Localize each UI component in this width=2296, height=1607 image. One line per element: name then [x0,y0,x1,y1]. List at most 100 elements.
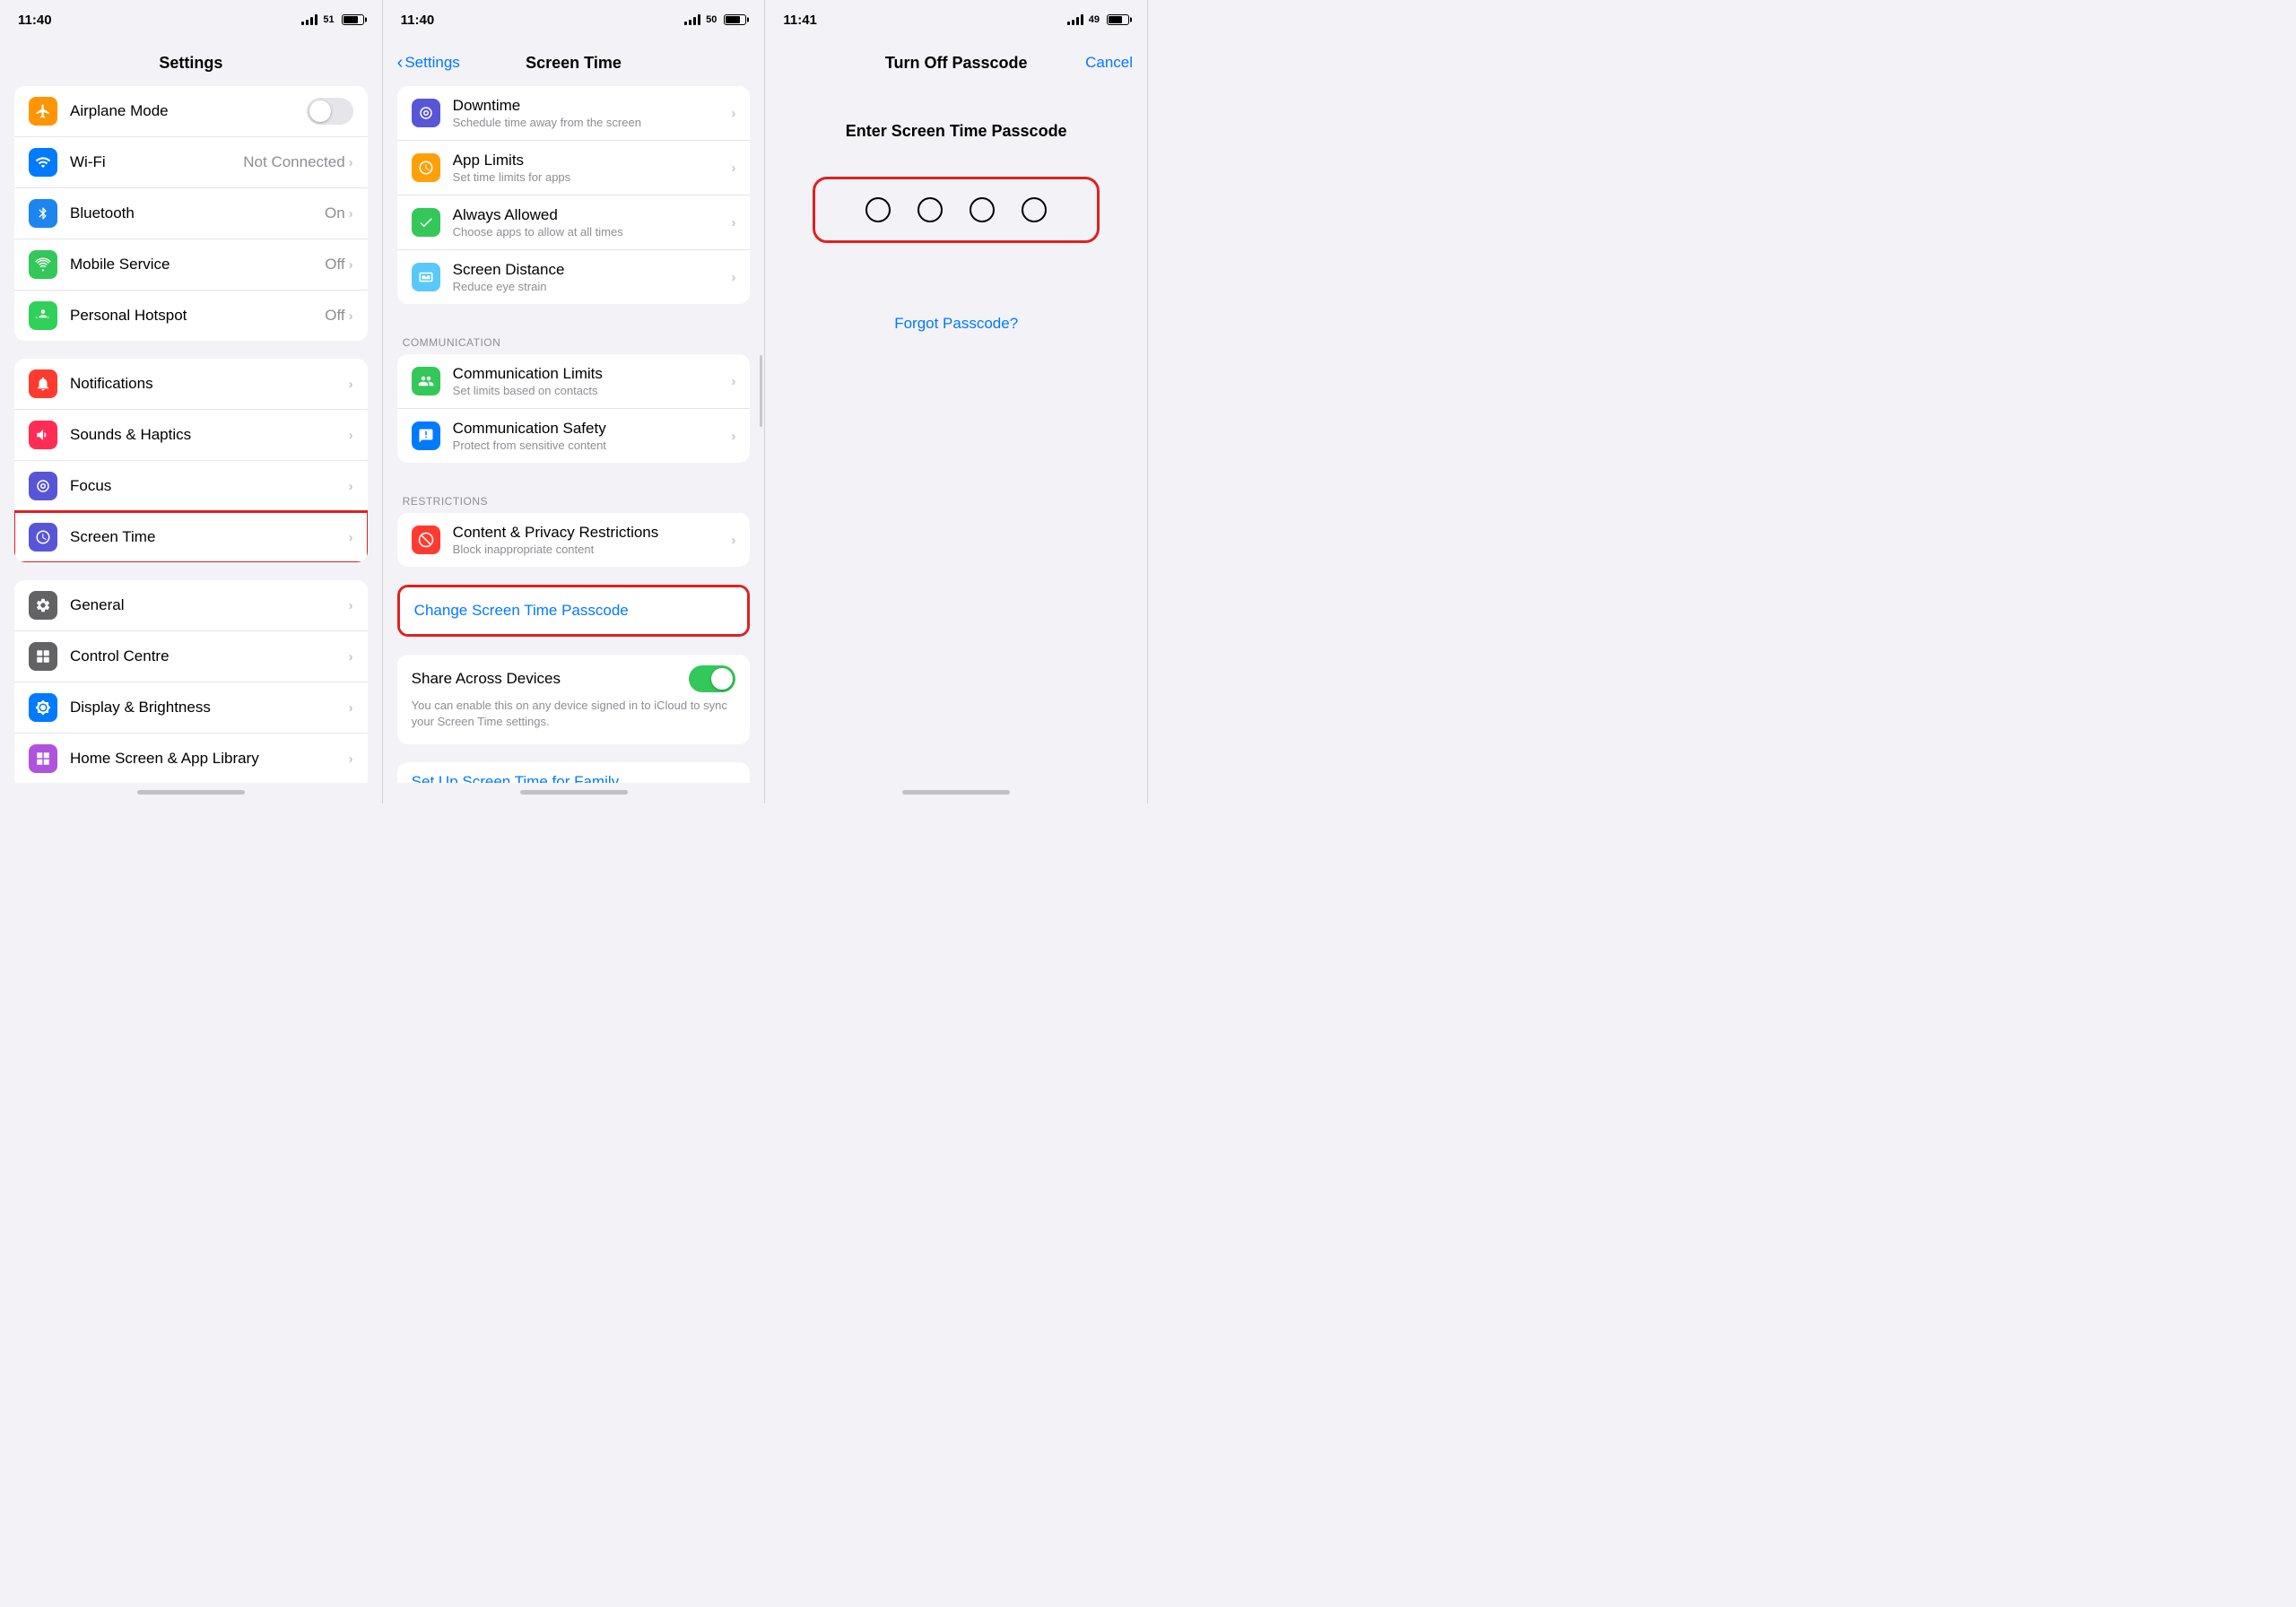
app-limits-row[interactable]: App Limits Set time limits for apps › [397,141,751,195]
general-row[interactable]: General › [14,580,368,631]
home-indicator-3 [902,790,1010,795]
sounds-haptics-chevron: › [349,428,353,443]
battery-label-1: 51 [323,14,334,25]
display-brightness-right: › [349,700,353,716]
app-limits-content: App Limits Set time limits for apps [453,152,732,184]
general-content: General [70,596,349,614]
status-time-1: 11:40 [18,13,52,28]
app-limits-right: › [731,161,735,176]
mobile-service-row[interactable]: Mobile Service Off › [14,239,368,291]
screen-distance-content: Screen Distance Reduce eye strain [453,261,732,293]
always-allowed-subtitle: Choose apps to allow at all times [453,225,732,239]
comm-safety-row[interactable]: Communication Safety Protect from sensit… [397,409,751,463]
screen-distance-row[interactable]: Screen Distance Reduce eye strain › [397,250,751,304]
back-arrow-icon-2: ‹ [397,53,404,74]
nav-back-2[interactable]: ‹ Settings [397,53,460,74]
share-devices-row[interactable]: Share Across Devices You can enable this… [397,655,751,744]
app-limits-subtitle: Set time limits for apps [453,170,732,184]
signal-icon-1 [301,14,317,25]
airplane-mode-content: Airplane Mode [70,102,307,120]
personal-hotspot-row[interactable]: Personal Hotspot Off › [14,291,368,341]
control-centre-label: Control Centre [70,647,349,665]
comm-safety-subtitle: Protect from sensitive content [453,439,732,452]
nav-back-label-2: Settings [404,54,459,72]
control-centre-row[interactable]: Control Centre › [14,631,368,682]
general-chevron: › [349,598,353,613]
comm-limits-chevron: › [731,374,735,389]
control-centre-right: › [349,649,353,665]
screen-time-row[interactable]: Screen Time › [14,512,368,562]
wifi-chevron: › [349,155,353,170]
wifi-row[interactable]: Wi-Fi Not Connected › [14,137,368,188]
communication-group: COMMUNICATION Communication Limits Set l… [397,322,751,463]
mobile-service-label: Mobile Service [70,256,325,274]
focus-chevron: › [349,479,353,494]
content-privacy-right: › [731,533,735,548]
content-privacy-chevron: › [731,533,735,548]
general-label: General [70,596,349,614]
app-limits-chevron: › [731,161,735,176]
passcode-group: Change Screen Time Passcode [397,585,751,637]
comm-limits-row[interactable]: Communication Limits Set limits based on… [397,354,751,409]
home-screen-right: › [349,751,353,767]
settings-scroll[interactable]: Airplane Mode Wi-Fi Not Connected [0,86,382,783]
wifi-right: Not Connected › [243,153,352,171]
downtime-row[interactable]: Downtime Schedule time away from the scr… [397,86,751,141]
nav-bar-2: ‹ Settings Screen Time [383,39,765,86]
forgot-passcode-link[interactable]: Forgot Passcode? [894,315,1018,333]
screentime-main-card: Downtime Schedule time away from the scr… [397,86,751,304]
comm-limits-right: › [731,374,735,389]
mobile-service-right: Off › [325,256,352,274]
change-passcode-content: Change Screen Time Passcode [414,602,734,620]
family-label: Set Up Screen Time for Family [412,773,736,783]
always-allowed-content: Always Allowed Choose apps to allow at a… [453,206,732,239]
screen-time-panel: 11:40 50 ‹ Settings Screen Time [383,0,766,804]
status-icons-3: 49 [1067,14,1129,25]
screen-time-scroll[interactable]: Downtime Schedule time away from the scr… [383,86,765,783]
change-passcode-row[interactable]: Change Screen Time Passcode [400,587,748,634]
notifications-content: Notifications [70,375,349,393]
bluetooth-row[interactable]: Bluetooth On › [14,188,368,239]
status-bar-2: 11:40 50 [383,0,765,39]
battery-icon-3 [1107,14,1129,25]
settings-panel: 11:40 51 Settings [0,0,383,804]
passcode-dot-1 [865,197,891,222]
display-brightness-icon [29,693,57,722]
focus-row[interactable]: Focus › [14,461,368,512]
status-time-3: 11:41 [783,13,817,28]
airplane-mode-toggle[interactable] [307,98,353,125]
comm-limits-label: Communication Limits [453,365,732,383]
focus-right: › [349,479,353,494]
battery-label-3: 49 [1089,14,1100,25]
display-brightness-chevron: › [349,700,353,716]
share-devices-toggle[interactable] [689,665,735,692]
family-card: Set Up Screen Time for Family Set up Fam… [397,762,751,783]
comm-safety-right: › [731,429,735,444]
family-row[interactable]: Set Up Screen Time for Family Set up Fam… [397,762,751,783]
screen-time-nav-title: Screen Time [526,54,622,73]
screen-time-icon [29,523,57,552]
display-brightness-row[interactable]: Display & Brightness › [14,682,368,734]
always-allowed-right: › [731,215,735,230]
passcode-dot-4 [1022,197,1047,222]
cancel-button[interactable]: Cancel [1085,54,1133,72]
content-privacy-subtitle: Block inappropriate content [453,543,732,556]
display-brightness-content: Display & Brightness [70,699,349,717]
downtime-right: › [731,106,735,121]
content-privacy-row[interactable]: Content & Privacy Restrictions Block ina… [397,513,751,567]
home-screen-content: Home Screen & App Library [70,750,349,768]
airplane-mode-row[interactable]: Airplane Mode [14,86,368,137]
airplane-mode-icon [29,97,57,126]
always-allowed-row[interactable]: Always Allowed Choose apps to allow at a… [397,195,751,250]
battery-icon-2 [724,14,746,25]
screen-distance-label: Screen Distance [453,261,732,279]
status-time-2: 11:40 [401,13,435,28]
downtime-subtitle: Schedule time away from the screen [453,116,732,129]
airplane-mode-label: Airplane Mode [70,102,307,120]
sounds-haptics-row[interactable]: Sounds & Haptics › [14,410,368,461]
focus-content: Focus [70,477,349,495]
screen-time-chevron: › [349,530,353,545]
screen-distance-chevron: › [731,270,735,285]
notifications-row[interactable]: Notifications › [14,359,368,410]
home-screen-row[interactable]: Home Screen & App Library › [14,734,368,783]
